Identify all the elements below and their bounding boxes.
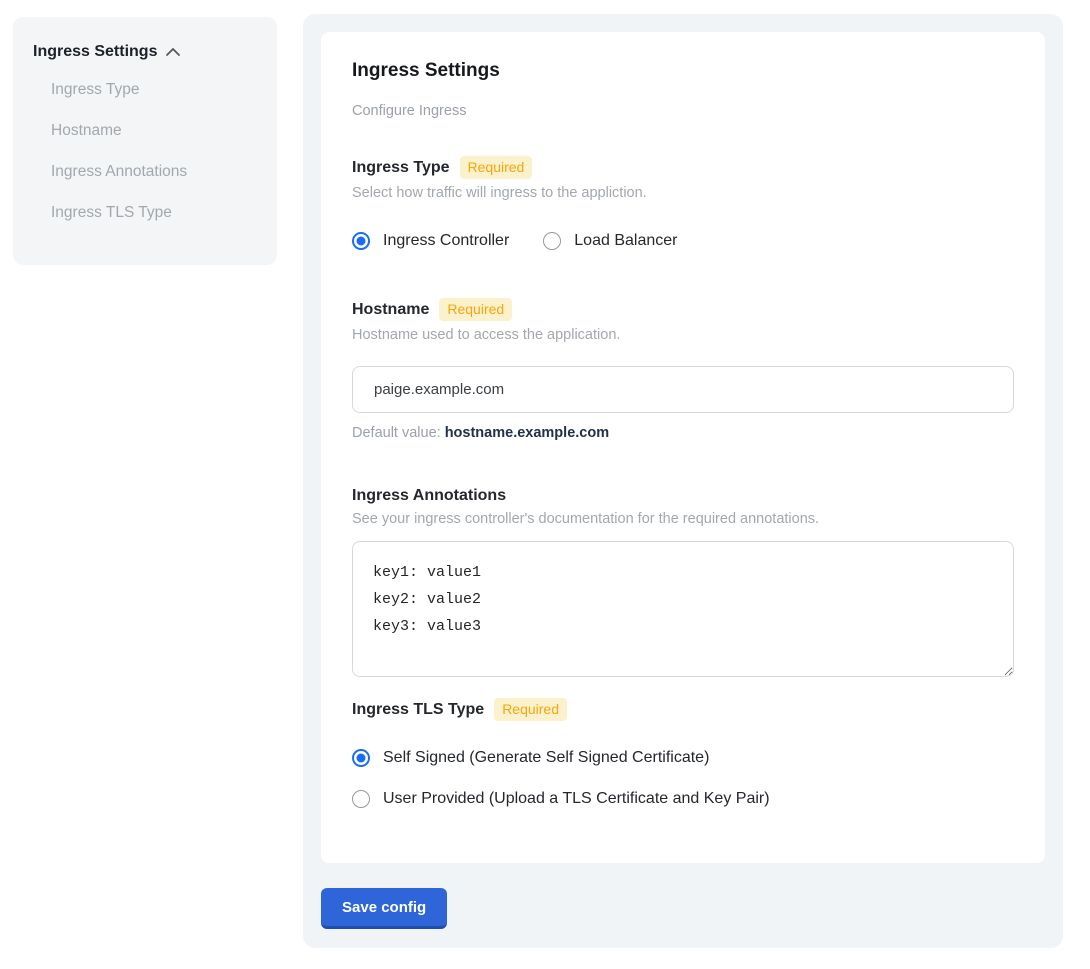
sidebar-item-ingress-tls-type[interactable]: Ingress TLS Type bbox=[51, 204, 257, 222]
hostname-default-value: Default value: hostname.example.com bbox=[352, 425, 1014, 441]
hostname-help: Hostname used to access the application. bbox=[352, 327, 1014, 343]
ingress-settings-panel: Ingress Settings Configure Ingress Ingre… bbox=[303, 14, 1063, 948]
sidebar-item-ingress-annotations[interactable]: Ingress Annotations bbox=[51, 163, 257, 181]
required-badge: Required bbox=[439, 298, 512, 321]
radio-self-signed[interactable]: Self Signed (Generate Self Signed Certif… bbox=[352, 749, 1014, 767]
save-config-button[interactable]: Save config bbox=[321, 888, 447, 929]
ingress-tls-type-section: Ingress TLS Type Required Self Signed (G… bbox=[352, 698, 1014, 808]
hostname-input[interactable] bbox=[352, 366, 1014, 413]
required-badge: Required bbox=[460, 156, 533, 179]
ingress-annotations-section: Ingress Annotations See your ingress con… bbox=[352, 487, 1014, 677]
hostname-section: Hostname Required Hostname used to acces… bbox=[352, 298, 1014, 441]
ingress-annotations-label: Ingress Annotations bbox=[352, 487, 506, 505]
radio-selected-icon[interactable] bbox=[352, 232, 370, 250]
ingress-type-section: Ingress Type Required Select how traffic… bbox=[352, 156, 1014, 250]
ingress-settings-card: Ingress Settings Configure Ingress Ingre… bbox=[321, 32, 1045, 863]
sidebar-item-ingress-type[interactable]: Ingress Type bbox=[51, 81, 257, 99]
ingress-tls-type-radio-group: Self Signed (Generate Self Signed Certif… bbox=[352, 749, 1014, 808]
ingress-type-radio-group: Ingress Controller Load Balancer bbox=[352, 232, 1014, 250]
sidebar-item-hostname[interactable]: Hostname bbox=[51, 122, 257, 140]
radio-user-provided[interactable]: User Provided (Upload a TLS Certificate … bbox=[352, 790, 1014, 808]
hostname-label: Hostname bbox=[352, 301, 429, 319]
ingress-annotations-help: See your ingress controller's documentat… bbox=[352, 511, 1014, 527]
page-subtitle: Configure Ingress bbox=[352, 103, 1014, 119]
sidebar-item-list: Ingress Type Hostname Ingress Annotation… bbox=[51, 81, 257, 222]
radio-load-balancer[interactable]: Load Balancer bbox=[543, 232, 677, 250]
page-title: Ingress Settings bbox=[352, 60, 1014, 82]
ingress-type-label: Ingress Type bbox=[352, 159, 450, 177]
sidebar-section-toggle[interactable]: Ingress Settings bbox=[33, 43, 257, 61]
radio-selected-icon[interactable] bbox=[352, 749, 370, 767]
ingress-type-help: Select how traffic will ingress to the a… bbox=[352, 185, 1014, 201]
ingress-tls-type-label: Ingress TLS Type bbox=[352, 701, 484, 719]
sidebar-section-label: Ingress Settings bbox=[33, 43, 157, 61]
settings-sidebar: Ingress Settings Ingress Type Hostname I… bbox=[13, 17, 277, 265]
radio-ingress-controller[interactable]: Ingress Controller bbox=[352, 232, 509, 250]
radio-unselected-icon[interactable] bbox=[543, 232, 561, 250]
required-badge: Required bbox=[494, 698, 567, 721]
chevron-up-icon bbox=[165, 47, 181, 57]
radio-unselected-icon[interactable] bbox=[352, 790, 370, 808]
ingress-annotations-textarea[interactable]: key1: value1 key2: value2 key3: value3 bbox=[352, 541, 1014, 677]
